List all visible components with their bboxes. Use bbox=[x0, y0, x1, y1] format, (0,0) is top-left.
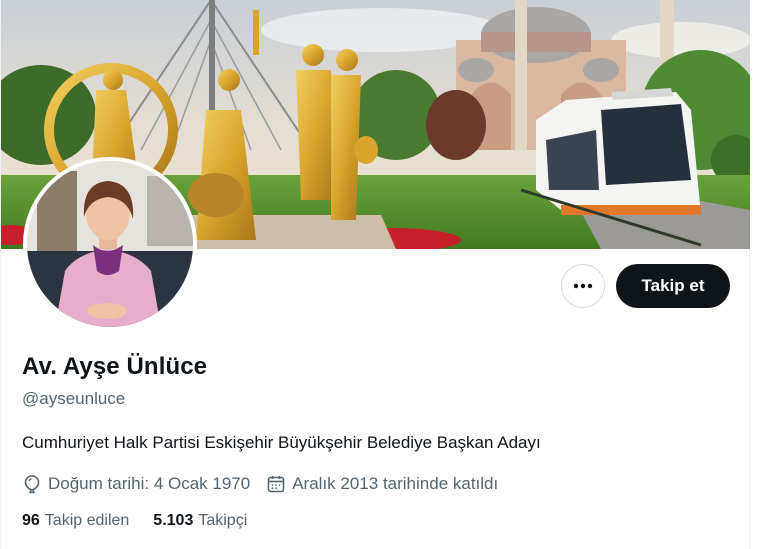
balloon-icon bbox=[24, 475, 40, 494]
profile-avatar[interactable] bbox=[23, 157, 197, 331]
followers-count: 5.103 bbox=[153, 512, 194, 529]
avatar-photo bbox=[27, 161, 193, 327]
profile-meta: Doğum tarihi: 4 Ocak 1970 Aralık 2013 ta… bbox=[22, 472, 514, 496]
profile-page: Takip et Av. Ayşe Ünlüce @ayseunluce Cum… bbox=[0, 0, 750, 549]
followers-link[interactable]: 5.103 Takipçi bbox=[153, 512, 247, 530]
joined-text: Aralık 2013 tarihinde katıldı bbox=[292, 474, 499, 493]
profile-bio: Cumhuriyet Halk Partisi Eskişehir Büyükş… bbox=[22, 433, 541, 452]
user-handle: @ayseunluce bbox=[22, 389, 126, 408]
more-options-button[interactable] bbox=[561, 264, 605, 308]
display-name: Av. Ayşe Ünlüce bbox=[22, 353, 208, 380]
follow-button[interactable]: Takip et bbox=[616, 264, 730, 308]
joined-info: Aralık 2013 tarihinde katıldı bbox=[266, 474, 498, 494]
following-label: Takip edilen bbox=[44, 512, 130, 529]
birthday-info: Doğum tarihi: 4 Ocak 1970 bbox=[22, 474, 250, 494]
following-link[interactable]: 96 Takip edilen bbox=[22, 512, 129, 530]
more-horizontal-icon bbox=[573, 283, 593, 289]
calendar-icon bbox=[267, 475, 285, 493]
following-count: 96 bbox=[22, 512, 40, 529]
follow-stats: 96 Takip edilen 5.103 Takipçi bbox=[22, 512, 271, 530]
followers-label: Takipçi bbox=[198, 512, 248, 529]
birthday-text: Doğum tarihi: 4 Ocak 1970 bbox=[48, 474, 251, 493]
